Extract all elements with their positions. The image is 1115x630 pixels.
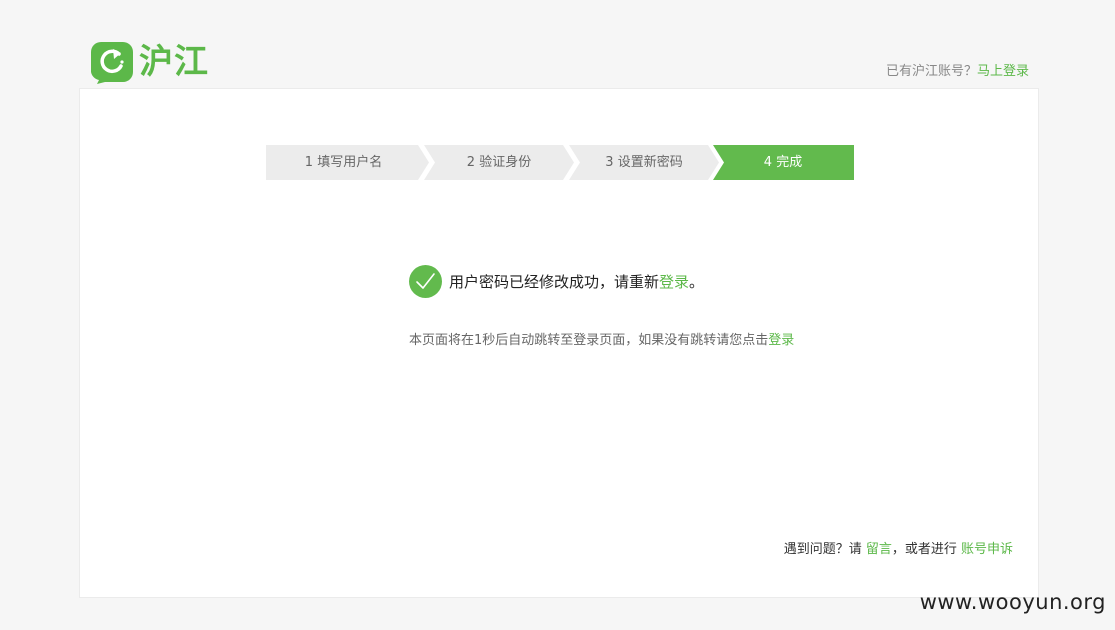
step-4-label: 4 完成 (763, 155, 803, 170)
success-message-text: 用户密码已经修改成功，请重新 (449, 273, 660, 291)
header-login-link[interactable]: 马上登录 (977, 64, 1029, 79)
help-prefix: 遇到问题？请 (783, 542, 866, 557)
hujiang-logo-icon (91, 40, 133, 84)
brand-logo[interactable]: 沪江 (91, 40, 209, 84)
header-account-prompt: 已有沪江账号？马上登录 (886, 60, 1029, 79)
step-3-label: 3 设置新密码 (605, 155, 683, 170)
redirect-notice: 本页面将在1秒后自动跳转至登录页面，如果没有跳转请您点击登录 (409, 329, 794, 348)
main-card: 1 填写用户名 2 验证身份 3 设置新密码 4 完成 用户密码已经修改成功，请… (79, 88, 1039, 598)
help-footer: 遇到问题？请 留言，或者进行 账号申诉 (784, 538, 1013, 557)
redirect-text: 本页面将在1秒后自动跳转至登录页面，如果没有跳转请您点击 (409, 333, 769, 348)
brand-name: 沪江 (139, 42, 209, 82)
leave-message-link[interactable]: 留言 (866, 542, 892, 557)
account-appeal-link[interactable]: 账号申诉 (961, 542, 1013, 557)
success-period: 。 (689, 273, 705, 291)
step-1-label: 1 填写用户名 (304, 155, 383, 170)
success-message: 用户密码已经修改成功，请重新登录。 (409, 265, 704, 298)
success-text: 用户密码已经修改成功，请重新登录。 (449, 271, 704, 292)
check-icon (409, 265, 442, 298)
step-2-label: 2 验证身份 (466, 155, 532, 170)
help-middle: ，或者进行 (891, 542, 961, 557)
account-prompt-text: 已有沪江账号？ (885, 64, 977, 79)
progress-steps: 1 填写用户名 2 验证身份 3 设置新密码 4 完成 (266, 145, 854, 180)
watermark: www.wooyun.org (919, 590, 1106, 614)
redirect-login-link[interactable]: 登录 (768, 333, 794, 348)
success-login-link[interactable]: 登录 (659, 273, 689, 291)
